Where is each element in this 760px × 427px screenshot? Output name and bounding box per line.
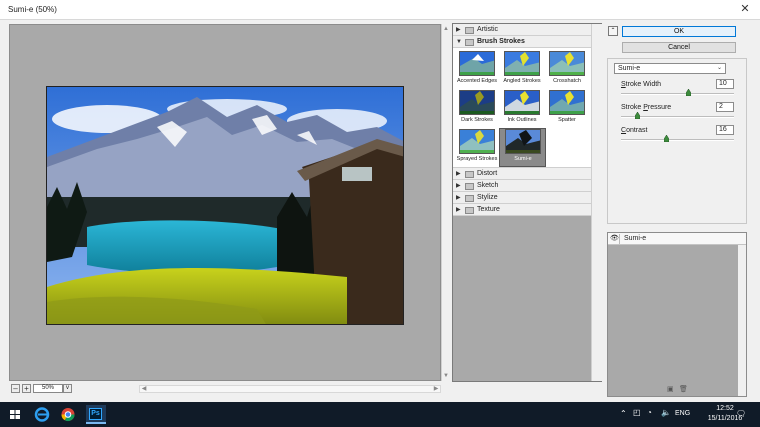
preview-canvas[interactable]: [9, 24, 441, 381]
scroll-left-icon[interactable]: ◀: [140, 385, 148, 392]
slider-thumb-icon[interactable]: [685, 89, 691, 96]
network-icon[interactable]: ◰: [633, 408, 641, 417]
folder-stylize[interactable]: ▶ Stylize: [453, 192, 591, 204]
preview-vertical-scrollbar[interactable]: ▲ ▼: [441, 24, 449, 381]
thumbnail-image: [459, 129, 495, 154]
filter-select[interactable]: Sumi-e ⌄: [614, 63, 726, 74]
window-title: Sumi-e (50%): [8, 5, 57, 14]
folder-icon: [465, 207, 474, 214]
expand-arrow-icon[interactable]: ▶: [456, 24, 461, 36]
volume-icon[interactable]: 🔈: [661, 408, 671, 417]
delete-layer-icon[interactable]: 🗑: [679, 385, 688, 393]
zoom-in-button[interactable]: +: [22, 384, 31, 393]
title-bar: Sumi-e (50%) ✕: [0, 0, 760, 20]
thumb-accented-edges[interactable]: Accented Edges: [454, 51, 500, 89]
chevron-down-icon: ⌄: [716, 65, 722, 71]
thumbnail-image: [505, 129, 541, 154]
new-effect-layer-icon[interactable]: ▣: [667, 385, 675, 393]
zoom-bar: – + 50% v ◀ ▶: [9, 383, 441, 393]
expand-arrow-icon[interactable]: ▶: [456, 192, 461, 204]
folder-artistic[interactable]: ▶ Artistic: [453, 24, 591, 36]
contrast-slider-track[interactable]: [621, 139, 734, 141]
photoshop-taskbar-item[interactable]: Ps: [86, 405, 106, 424]
contrast-input[interactable]: 16: [716, 125, 734, 135]
layers-scrollbar[interactable]: [738, 245, 746, 396]
thumbnail-image: [459, 90, 495, 115]
preview-horizontal-scrollbar[interactable]: ◀ ▶: [139, 385, 441, 393]
filter-gallery: ▶ Artistic ▼ Brush Strokes Accented Edge…: [452, 23, 602, 382]
folder-brush-strokes[interactable]: ▼ Brush Strokes: [453, 36, 591, 48]
edge-browser-icon[interactable]: [32, 405, 52, 424]
scroll-down-icon[interactable]: ▼: [442, 372, 450, 380]
expand-arrow-icon[interactable]: ▶: [456, 168, 461, 180]
collapse-arrow-icon[interactable]: ▼: [456, 36, 462, 48]
photoshop-icon: Ps: [89, 408, 102, 420]
filter-settings-panel: Sumi-e ⌄ Stroke Width 10 Stroke Pressure…: [607, 58, 747, 224]
folder-icon: [465, 195, 474, 202]
filter-gallery-list: ▶ Artistic ▼ Brush Strokes Accented Edge…: [453, 24, 591, 381]
param-label: Contrast: [621, 127, 648, 134]
scroll-up-icon[interactable]: ▲: [442, 25, 450, 33]
param-label: Stroke Width: [621, 81, 662, 88]
folder-icon: [465, 171, 474, 178]
layer-tools: ▣ 🗑: [663, 385, 693, 395]
thumbnail-image: [549, 90, 585, 115]
eye-icon[interactable]: 👁: [610, 234, 620, 244]
scroll-right-icon[interactable]: ▶: [432, 385, 440, 392]
effect-layers-panel: 👁 Sumi-e: [607, 232, 747, 397]
hide-gallery-icon[interactable]: ⌃: [608, 26, 618, 36]
param-stroke-pressure: Stroke Pressure 2: [621, 102, 741, 124]
thumbnail-image: [459, 51, 495, 76]
stroke-width-slider-track[interactable]: [621, 93, 734, 95]
chevron-up-icon[interactable]: ⌃: [620, 409, 627, 418]
param-label: Stroke Pressure: [621, 104, 672, 111]
thumb-sprayed-strokes[interactable]: Sprayed Strokes: [454, 129, 500, 167]
brush-strokes-thumbnails: Accented Edges Angled Strokes Crosshatch…: [453, 48, 591, 168]
expand-arrow-icon[interactable]: ▶: [456, 204, 461, 216]
thumb-spatter[interactable]: Spatter: [544, 90, 590, 128]
zoom-out-button[interactable]: –: [11, 384, 20, 393]
ok-button[interactable]: OK: [622, 26, 736, 37]
folder-distort[interactable]: ▶ Distort: [453, 168, 591, 180]
param-contrast: Contrast 16: [621, 125, 741, 147]
slider-thumb-icon[interactable]: [664, 135, 670, 142]
thumb-ink-outlines[interactable]: Ink Outlines: [499, 90, 545, 128]
zoom-level-field[interactable]: 50%: [33, 384, 63, 393]
preview-image: [46, 86, 404, 325]
thumb-angled-strokes[interactable]: Angled Strokes: [499, 51, 545, 89]
gallery-scrollbar[interactable]: [591, 24, 602, 381]
language-indicator[interactable]: ENG: [675, 410, 690, 417]
thumb-dark-strokes[interactable]: Dark Strokes: [454, 90, 500, 128]
landscape-image: [47, 87, 403, 324]
notifications-icon[interactable]: 🗨: [736, 409, 746, 418]
folder-sketch[interactable]: ▶ Sketch: [453, 180, 591, 192]
filter-gallery-dialog: ▲ ▼ – + 50% v ◀ ▶ ▶ Artistic ▼ Brush Str…: [0, 20, 760, 398]
folder-texture[interactable]: ▶ Texture: [453, 204, 591, 216]
stroke-pressure-input[interactable]: 2: [716, 102, 734, 112]
stroke-width-input[interactable]: 10: [716, 79, 734, 89]
slider-thumb-icon[interactable]: [635, 112, 641, 119]
effect-layer-row[interactable]: 👁 Sumi-e: [608, 233, 746, 245]
expand-arrow-icon[interactable]: ▶: [456, 180, 461, 192]
cancel-button[interactable]: Cancel: [622, 42, 736, 53]
folder-icon: [465, 183, 474, 190]
thumb-crosshatch[interactable]: Crosshatch: [544, 51, 590, 89]
windows-start-icon[interactable]: [5, 405, 25, 424]
chrome-browser-icon[interactable]: [58, 405, 78, 424]
thumb-sumi-e[interactable]: Sumi-e: [499, 128, 546, 167]
param-stroke-width: Stroke Width 10: [621, 79, 741, 101]
thumbnail-image: [549, 51, 585, 76]
thumbnail-image: [504, 51, 540, 76]
zoom-dropdown-icon[interactable]: v: [63, 384, 72, 393]
close-icon[interactable]: ✕: [738, 2, 752, 16]
folder-open-icon: [465, 39, 474, 46]
windows-taskbar: Ps ⌃ ◰ ◔ 🔈 ENG 12:52 15/11/2016 🗨: [0, 402, 760, 427]
thumbnail-image: [504, 90, 540, 115]
wifi-icon[interactable]: ◔: [647, 408, 652, 417]
folder-icon: [465, 27, 474, 34]
